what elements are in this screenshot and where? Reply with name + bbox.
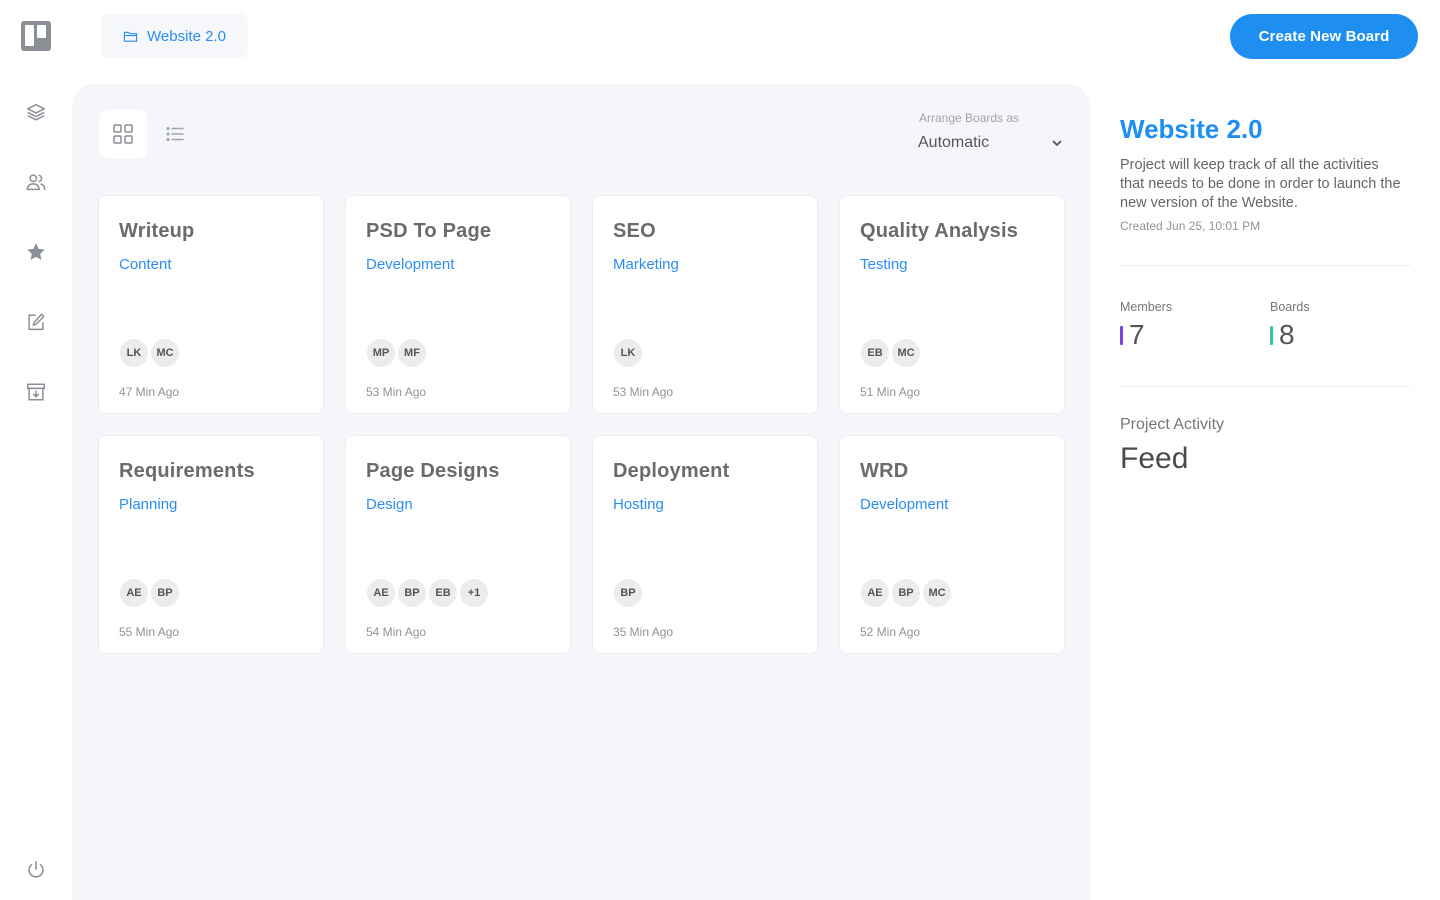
- board-card[interactable]: PSD To Page Development MP MF 53 Min Ago: [345, 195, 571, 414]
- board-category[interactable]: Development: [366, 256, 454, 273]
- boards-count: 8: [1279, 319, 1295, 350]
- board-category[interactable]: Testing: [860, 256, 908, 273]
- member-avatars: AE BP: [119, 578, 180, 608]
- project-activity-label: Project Activity: [1120, 416, 1225, 433]
- board-title: Writeup: [119, 220, 195, 242]
- arrange-value: Automatic: [918, 134, 990, 151]
- logo-icon[interactable]: [21, 21, 51, 51]
- board-card[interactable]: WRD Development AE BP MC 52 Min Ago: [839, 435, 1065, 654]
- project-created: Created Jun 25, 10:01 PM: [1120, 219, 1261, 233]
- power-icon[interactable]: [24, 858, 48, 882]
- board-title: PSD To Page: [366, 220, 492, 242]
- board-title: WRD: [860, 460, 909, 482]
- avatar[interactable]: BP: [397, 578, 427, 608]
- avatar[interactable]: BP: [150, 578, 180, 608]
- board-category[interactable]: Hosting: [613, 496, 664, 513]
- avatar[interactable]: AE: [366, 578, 396, 608]
- board-time: 35 Min Ago: [613, 625, 674, 639]
- avatar[interactable]: BP: [891, 578, 921, 608]
- members-indicator: [1120, 325, 1123, 345]
- member-avatars: AE BP MC: [860, 578, 952, 608]
- member-avatars: EB MC: [860, 338, 921, 368]
- chevron-down-icon: [1052, 140, 1062, 146]
- board-title: Quality Analysis: [860, 220, 1019, 242]
- board-card[interactable]: Deployment Hosting BP 35 Min Ago: [592, 435, 818, 654]
- member-avatars: LK: [613, 338, 643, 368]
- list-icon: [166, 126, 184, 142]
- board-category[interactable]: Development: [860, 496, 948, 513]
- board-time: 55 Min Ago: [119, 625, 180, 639]
- board-title: SEO: [613, 220, 656, 242]
- breadcrumb[interactable]: Website 2.0: [101, 14, 248, 58]
- board-time: 53 Min Ago: [613, 385, 674, 399]
- members-label: Members: [1120, 300, 1173, 314]
- breadcrumb-label: Website 2.0: [147, 27, 226, 45]
- avatar[interactable]: MF: [397, 338, 427, 368]
- board-title: Requirements: [119, 460, 255, 482]
- boards-stat: Boards 8: [1270, 300, 1310, 349]
- board-title: Page Designs: [366, 460, 500, 482]
- board-title: Deployment: [613, 460, 730, 482]
- boards-indicator: [1270, 325, 1273, 345]
- board-card[interactable]: Requirements Planning AE BP 55 Min Ago: [98, 435, 324, 654]
- divider: [1120, 265, 1410, 266]
- boards-area: Arrange Boards as Automatic Writeup Cont…: [72, 84, 1090, 900]
- board-card[interactable]: Page Designs Design AE BP EB +1 54 Min A…: [345, 435, 571, 654]
- project-title: Website 2.0: [1120, 114, 1263, 144]
- board-time: 53 Min Ago: [366, 385, 427, 399]
- boards-label: Boards: [1270, 300, 1310, 314]
- avatar[interactable]: AE: [860, 578, 890, 608]
- folder-icon: [123, 31, 138, 42]
- grid-icon: [113, 124, 133, 144]
- avatar[interactable]: MC: [891, 338, 921, 368]
- edit-icon[interactable]: [24, 310, 48, 334]
- member-avatars: MP MF: [366, 338, 427, 368]
- member-avatars: AE BP EB +1: [366, 578, 489, 608]
- project-description: Project will keep track of all the activ…: [1120, 157, 1401, 211]
- avatar[interactable]: EB: [428, 578, 458, 608]
- board-card[interactable]: SEO Marketing LK 53 Min Ago: [592, 195, 818, 414]
- member-avatars: BP: [613, 578, 643, 608]
- board-category[interactable]: Content: [119, 256, 172, 273]
- member-avatars: LK MC: [119, 338, 180, 368]
- list-view-button[interactable]: [163, 122, 187, 146]
- board-time: 52 Min Ago: [860, 625, 921, 639]
- members-stat: Members 7: [1120, 300, 1172, 349]
- members-count: 7: [1129, 319, 1145, 350]
- star-icon[interactable]: [24, 240, 48, 264]
- more-members-badge[interactable]: +1: [459, 578, 489, 608]
- arrange-label: Arrange Boards as: [919, 111, 1020, 125]
- avatar[interactable]: BP: [613, 578, 643, 608]
- board-time: 47 Min Ago: [119, 385, 180, 399]
- board-time: 51 Min Ago: [860, 385, 921, 399]
- board-category[interactable]: Marketing: [613, 256, 679, 273]
- avatar[interactable]: MC: [922, 578, 952, 608]
- board-category[interactable]: Planning: [119, 496, 177, 513]
- feed-title: Feed: [1120, 442, 1189, 475]
- avatar[interactable]: MC: [150, 338, 180, 368]
- board-card[interactable]: Quality Analysis Testing EB MC 51 Min Ag…: [839, 195, 1065, 414]
- grid-view-button[interactable]: [99, 110, 147, 158]
- board-time: 54 Min Ago: [366, 625, 427, 639]
- sidebar: [0, 0, 72, 900]
- board-category[interactable]: Design: [366, 496, 413, 513]
- avatar[interactable]: MP: [366, 338, 396, 368]
- avatar[interactable]: LK: [613, 338, 643, 368]
- archive-icon[interactable]: [24, 380, 48, 404]
- board-card[interactable]: Writeup Content LK MC 47 Min Ago: [98, 195, 324, 414]
- divider: [1120, 386, 1410, 387]
- avatar[interactable]: EB: [860, 338, 890, 368]
- users-icon[interactable]: [24, 170, 48, 194]
- avatar[interactable]: LK: [119, 338, 149, 368]
- avatar[interactable]: AE: [119, 578, 149, 608]
- layers-icon[interactable]: [24, 100, 48, 124]
- arrange-select[interactable]: Automatic: [918, 132, 1063, 154]
- create-new-board-button[interactable]: Create New Board: [1230, 14, 1418, 59]
